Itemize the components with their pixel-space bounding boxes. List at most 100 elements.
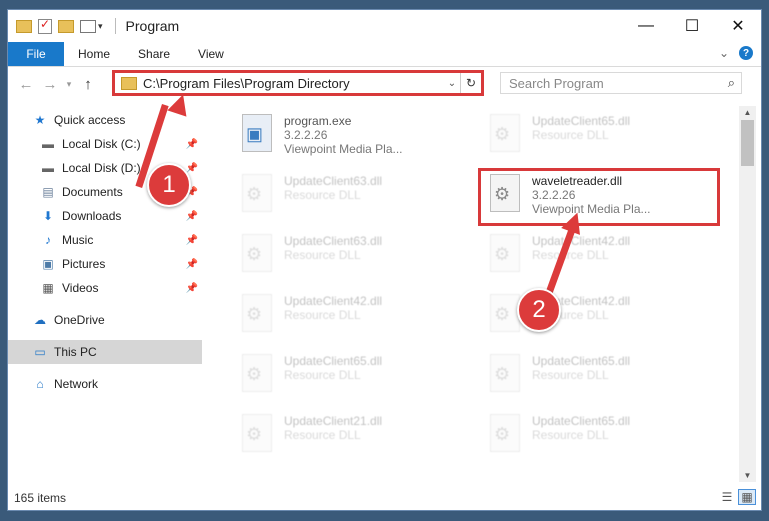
- folder-icon: [121, 76, 137, 90]
- scroll-down-icon[interactable]: ▼: [739, 471, 756, 480]
- dll-file-icon: ⚙: [486, 354, 522, 398]
- downloads-icon: ⬇: [42, 209, 54, 223]
- file-name: UpdateClient63.dll: [284, 174, 383, 188]
- pin-icon[interactable]: 📌: [186, 211, 198, 222]
- scrollbar-thumb[interactable]: [741, 120, 754, 166]
- recent-locations-icon[interactable]: ▾: [62, 79, 76, 90]
- file-tile[interactable]: ⚙ UpdateClient65.dll Resource DLL: [234, 350, 464, 406]
- file-tile[interactable]: ▣ program.exe 3.2.2.26 Viewpoint Media P…: [234, 110, 464, 166]
- file-tile[interactable]: ⚙ UpdateClient65.dll Resource DLL: [482, 410, 712, 466]
- file-tile[interactable]: ⚙ UpdateClient65.dll Resource DLL: [482, 350, 712, 406]
- dll-file-icon: ⚙: [238, 234, 274, 278]
- pin-icon[interactable]: 📌: [186, 139, 198, 150]
- scroll-up-icon[interactable]: ▲: [739, 108, 756, 117]
- file-tile[interactable]: ⚙ UpdateClient42.dll Resource DLL: [234, 290, 464, 346]
- file-name: UpdateClient65.dll: [532, 414, 631, 428]
- sidebar-item-label: Music: [62, 233, 94, 247]
- search-input[interactable]: Search Program ⌕: [500, 72, 742, 94]
- step-2-badge: 2: [517, 288, 561, 332]
- details-view-icon[interactable]: ☰: [719, 490, 735, 504]
- file-description: Resource DLL: [532, 128, 609, 142]
- sidebar-item-downloads[interactable]: ⬇ Downloads 📌: [8, 204, 202, 228]
- cloud-icon: ☁: [34, 313, 46, 327]
- expand-ribbon-icon[interactable]: ⌄: [719, 46, 729, 60]
- sidebar-item-label: Downloads: [62, 209, 122, 223]
- sidebar-item-music[interactable]: ♪ Music 📌: [8, 228, 202, 252]
- address-bar[interactable]: C:\Program Files\Program Directory ⌄ ↻: [112, 70, 484, 96]
- search-icon[interactable]: ⌕: [728, 75, 735, 91]
- tab-share[interactable]: Share: [124, 47, 184, 61]
- file-description: Viewpoint Media Pla...: [284, 142, 403, 156]
- drive-icon: ▬: [42, 161, 54, 175]
- pin-icon[interactable]: 📌: [186, 235, 198, 246]
- file-tile[interactable]: ⚙ UpdateClient65.dll Resource DLL: [482, 110, 712, 166]
- maximize-button[interactable]: ☐: [669, 10, 715, 42]
- sidebar-item-label: This PC: [54, 345, 97, 359]
- sidebar-item-pictures[interactable]: ▣ Pictures 📌: [8, 252, 202, 276]
- pictures-icon: ▣: [42, 257, 54, 271]
- tab-file[interactable]: File: [8, 42, 64, 66]
- sidebar-item-videos[interactable]: ▦ Videos 📌: [8, 276, 202, 300]
- help-icon[interactable]: ?: [739, 46, 753, 60]
- chevron-down-icon[interactable]: ⌄: [444, 78, 460, 89]
- file-description: Resource DLL: [284, 368, 361, 382]
- sidebar-item-this-pc[interactable]: ▭ This PC: [8, 340, 202, 364]
- navigation-bar: ← → ▾ ↑ C:\Program Files\Program Directo…: [8, 67, 761, 101]
- music-icon: ♪: [45, 233, 51, 247]
- file-tile[interactable]: ⚙ UpdateClient63.dll Resource DLL: [234, 230, 464, 286]
- folder-icon[interactable]: [16, 19, 32, 33]
- search-placeholder: Search Program: [509, 75, 604, 91]
- new-folder-icon[interactable]: [58, 19, 74, 33]
- file-version: 3.2.2.26: [284, 128, 328, 142]
- tab-home[interactable]: Home: [64, 47, 124, 61]
- status-bar: 165 items ☰ ▦: [8, 486, 761, 510]
- tiles-view-icon[interactable]: ▦: [738, 489, 756, 505]
- divider: [114, 18, 116, 34]
- vertical-scrollbar[interactable]: ▲ ▼: [739, 106, 756, 482]
- window-title: Program: [125, 18, 180, 34]
- videos-icon: ▦: [42, 281, 54, 295]
- file-name: program.exe: [284, 114, 352, 128]
- file-tile[interactable]: ⚙ UpdateClient42.dll Resource DLL: [482, 290, 712, 346]
- file-name: UpdateClient65.dll: [532, 114, 631, 128]
- sidebar-item-label: Local Disk (D:): [62, 161, 141, 175]
- file-description: Resource DLL: [284, 428, 361, 442]
- file-tile[interactable]: ⚙ UpdateClient21.dll Resource DLL: [234, 410, 464, 466]
- file-description: Resource DLL: [284, 188, 361, 202]
- file-description: Resource DLL: [532, 428, 609, 442]
- sidebar-item-network[interactable]: ⌂ Network: [8, 372, 202, 396]
- file-list: ▣ program.exe 3.2.2.26 Viewpoint Media P…: [212, 106, 736, 482]
- computer-icon: ▭: [34, 345, 46, 359]
- drive-icon: ▬: [42, 137, 54, 151]
- pin-icon[interactable]: 📌: [186, 259, 198, 270]
- dll-file-icon: ⚙: [238, 174, 274, 218]
- refresh-button[interactable]: ↻: [460, 73, 481, 93]
- sidebar-item-label: Local Disk (C:): [62, 137, 141, 151]
- file-name: UpdateClient63.dll: [284, 234, 383, 248]
- up-button[interactable]: ↑: [76, 76, 100, 93]
- file-name: UpdateClient42.dll: [284, 294, 383, 308]
- customize-icon[interactable]: [80, 19, 96, 33]
- file-name: UpdateClient42.dll: [532, 234, 631, 248]
- pin-icon[interactable]: 📌: [186, 283, 198, 294]
- pin-icon[interactable]: 📌: [186, 163, 198, 174]
- sidebar-item-label: Documents: [62, 185, 123, 199]
- minimize-button[interactable]: —: [623, 10, 669, 42]
- back-button[interactable]: ←: [14, 76, 38, 93]
- tab-view[interactable]: View: [184, 47, 238, 61]
- close-button[interactable]: ✕: [715, 10, 761, 42]
- file-tile[interactable]: ⚙ UpdateClient63.dll Resource DLL: [234, 170, 464, 226]
- properties-check-icon[interactable]: [38, 17, 52, 34]
- forward-button[interactable]: →: [38, 76, 62, 93]
- sidebar-item-local-disk-c[interactable]: ▬ Local Disk (C:) 📌: [8, 132, 202, 156]
- step-1-badge: 1: [147, 163, 191, 207]
- address-path[interactable]: C:\Program Files\Program Directory: [143, 76, 444, 91]
- chevron-down-icon[interactable]: ▾: [98, 21, 103, 32]
- sidebar-item-label: Pictures: [62, 257, 106, 271]
- ribbon-tabs: File Home Share View ⌄ ?: [8, 42, 761, 67]
- file-description: Resource DLL: [284, 308, 361, 322]
- sidebar-item-onedrive[interactable]: ☁ OneDrive: [8, 308, 202, 332]
- title-bar: ▾ Program — ☐ ✕: [8, 10, 761, 42]
- file-tile[interactable]: ⚙ UpdateClient42.dll Resource DLL: [482, 230, 712, 286]
- dll-file-icon: ⚙: [486, 414, 522, 458]
